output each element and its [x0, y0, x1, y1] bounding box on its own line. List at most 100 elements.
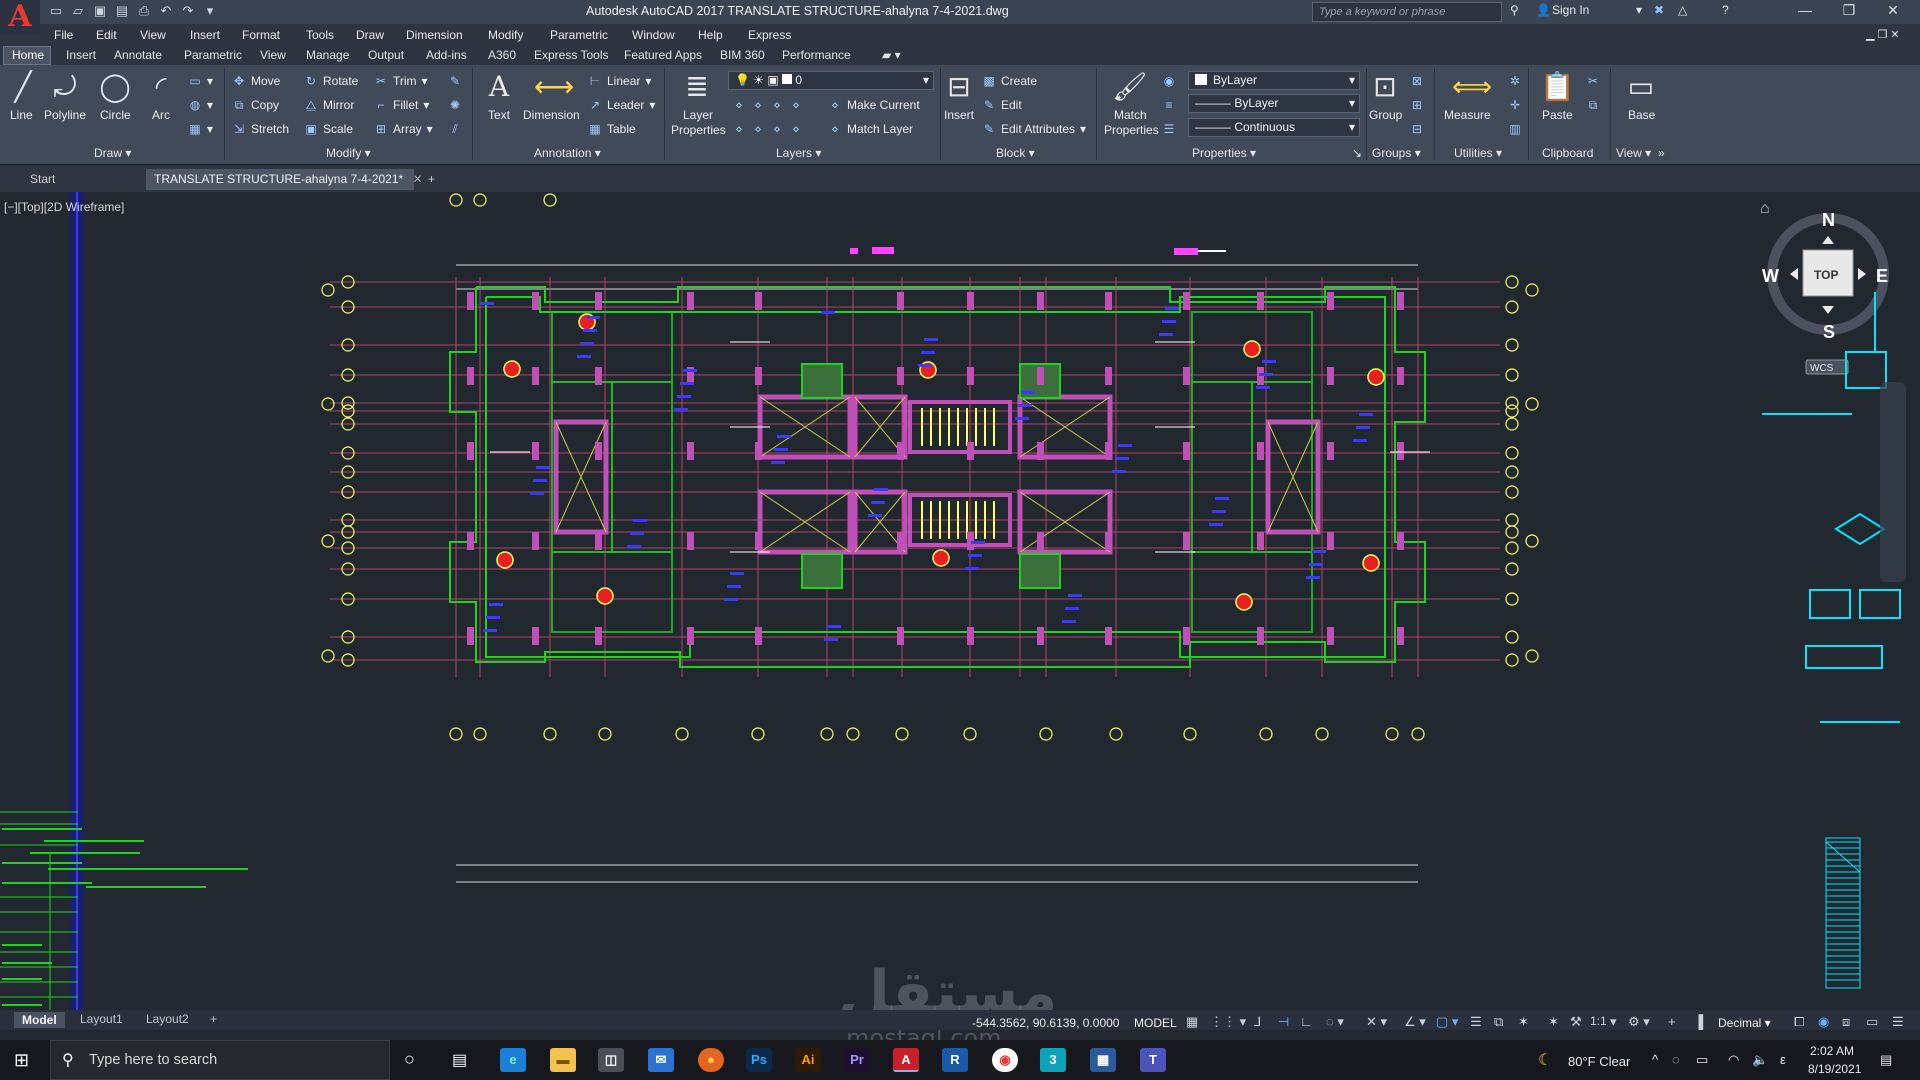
ime-icon[interactable]: ε	[1780, 1052, 1786, 1067]
edit-block-button[interactable]: ✎ Edit	[982, 98, 1022, 112]
line-icon[interactable]: ╱	[6, 70, 40, 104]
close-button[interactable]: ✕	[1878, 2, 1908, 19]
clipboard-panel-title[interactable]: Clipboard	[1542, 146, 1593, 160]
text-button[interactable]: Text	[488, 108, 510, 122]
taskbar-search-input[interactable]: Type here to search	[50, 1040, 390, 1080]
stretch-button[interactable]: ⇲ Stretch	[232, 122, 289, 136]
task-view-icon[interactable]: ▤	[452, 1050, 467, 1070]
volume-icon[interactable]: 🔈	[1752, 1052, 1768, 1068]
menu-window[interactable]: Window	[632, 25, 675, 45]
viewcube-north[interactable]: N	[1822, 210, 1835, 231]
save-icon[interactable]: ▣	[92, 3, 108, 19]
measure-icon[interactable]: ⟺	[1452, 70, 1492, 104]
dimension-icon[interactable]: ⟷	[534, 70, 574, 104]
match-layer-button[interactable]: ⋄ Match Layer	[828, 122, 913, 136]
tab-output[interactable]: Output	[368, 48, 404, 62]
dimension-button[interactable]: Dimension	[523, 108, 580, 122]
annotation-visibility-icon[interactable]: ✶	[1518, 1014, 1529, 1030]
viewcube-south[interactable]: S	[1823, 322, 1835, 343]
file-tab-start[interactable]: Start	[22, 169, 63, 190]
viewcube-west[interactable]: W	[1762, 266, 1779, 287]
calculator-icon[interactable]: ▥	[1508, 122, 1522, 136]
ribbon-state-icon[interactable]: ▰ ▾	[882, 48, 901, 62]
windows-start-icon[interactable]: ⊞	[14, 1050, 29, 1071]
sign-in-dropdown-icon[interactable]: ▾	[1636, 3, 1642, 17]
create-block-button[interactable]: ▩ Create	[982, 74, 1037, 88]
restore-button[interactable]: ❐	[1834, 2, 1864, 19]
battery-icon[interactable]: ▭	[1696, 1052, 1708, 1068]
circle-button[interactable]: Circle	[100, 108, 131, 122]
tab-express-tools[interactable]: Express Tools	[534, 48, 608, 62]
tab-home[interactable]: Home	[12, 48, 44, 62]
redo-icon[interactable]: ↷	[180, 3, 196, 19]
3dsmax-icon[interactable]: 3	[1040, 1048, 1066, 1072]
scale-dropdown-icon[interactable]: ▾	[1610, 1014, 1617, 1030]
polar-icon[interactable]: ◌ ▾	[1326, 1014, 1344, 1030]
qat-dropdown-icon[interactable]: ▾	[202, 3, 218, 19]
linetype-icon[interactable]: ☰	[1162, 122, 1176, 136]
isodraft-icon[interactable]: ✕ ▾	[1366, 1014, 1387, 1030]
workspace-gear-icon[interactable]: ⚙ ▾	[1628, 1014, 1650, 1030]
save-as-icon[interactable]: ▤	[114, 3, 130, 19]
file-explorer-icon[interactable]: ▬	[550, 1048, 576, 1072]
menu-insert[interactable]: Insert	[190, 25, 220, 45]
layer-properties-button[interactable]: Layer	[683, 108, 713, 122]
layer-tools-row-1[interactable]: ⋄ ⋄ ⋄ ⋄	[732, 98, 803, 112]
new-icon[interactable]: ▭	[48, 3, 64, 19]
tab-annotate[interactable]: Annotate	[114, 48, 162, 62]
hardware-acceleration-icon[interactable]: ◉	[1818, 1014, 1829, 1030]
edge-icon[interactable]: e	[500, 1048, 526, 1072]
lineweight-icon[interactable]: ≡	[1162, 98, 1176, 112]
clock-time[interactable]: 2:02 AM	[1810, 1044, 1854, 1058]
copy-button[interactable]: ⧉ Copy	[232, 98, 279, 112]
dynamic-input-icon[interactable]: ⊣	[1278, 1014, 1289, 1030]
quick-properties-icon[interactable]: ▐	[1694, 1014, 1703, 1029]
grid-icon[interactable]: ▦	[1186, 1014, 1198, 1030]
line-button[interactable]: Line	[10, 108, 33, 122]
annotation-panel-title[interactable]: Annotation ▾	[534, 146, 601, 160]
viewcube-top[interactable]: TOP	[1814, 268, 1838, 282]
transparency-icon[interactable]: ⧉	[1494, 1014, 1503, 1030]
tab-view[interactable]: View	[260, 48, 286, 62]
base-button[interactable]: Base	[1628, 108, 1655, 122]
add-layout-icon[interactable]: +	[210, 1012, 217, 1026]
cortana-icon[interactable]: ○	[404, 1049, 415, 1070]
a360-icon[interactable]: △	[1678, 3, 1687, 17]
wifi-icon[interactable]: ◠	[1728, 1052, 1739, 1068]
tab-featured-apps[interactable]: Featured Apps	[624, 48, 702, 62]
rectangle-icon[interactable]: ▭ ▾	[188, 74, 213, 88]
fullscreen-icon[interactable]: ▭	[1866, 1014, 1878, 1030]
make-current-button[interactable]: ⋄ Make Current	[828, 98, 919, 112]
utilities-panel-title[interactable]: Utilities ▾	[1454, 146, 1502, 160]
snap-icon[interactable]: ⋮⋮ ▾	[1210, 1014, 1246, 1030]
mirror-button[interactable]: ⧋ Mirror	[304, 98, 355, 112]
auto-scale-icon[interactable]: ✶	[1548, 1014, 1559, 1030]
menu-tools[interactable]: Tools	[306, 25, 334, 45]
paste-icon[interactable]: 📋	[1540, 70, 1575, 104]
menu-express[interactable]: Express	[748, 25, 791, 45]
file-tab-active[interactable]: TRANSLATE STRUCTURE-ahalyna 7-4-2021* ✕	[146, 169, 423, 190]
coordinate-readout[interactable]: -544.3562, 90.6139, 0.0000	[972, 1016, 1119, 1030]
layer-properties-icon[interactable]: ≣	[680, 70, 714, 104]
leader-button[interactable]: ↗ Leader ▾	[588, 98, 655, 112]
polyline-button[interactable]: Polyline	[44, 108, 86, 122]
circle-icon[interactable]: ◯	[98, 70, 132, 104]
insert-block-icon[interactable]: ⊟	[942, 70, 976, 104]
clean-screen-icon[interactable]: ⧈	[1842, 1014, 1850, 1030]
trim-button[interactable]: ✂ Trim ▾	[374, 74, 428, 88]
weather-text[interactable]: 80°F Clear	[1568, 1054, 1630, 1069]
exchange-icon[interactable]: ✖	[1654, 3, 1664, 17]
calculator-app-icon[interactable]: ▦	[1090, 1048, 1116, 1072]
linetype-dropdown[interactable]: ——— Continuous ▾	[1188, 118, 1360, 137]
menu-file[interactable]: File	[54, 25, 73, 45]
premiere-icon[interactable]: Pr	[844, 1048, 870, 1072]
group-icon[interactable]: ⊡	[1368, 70, 1402, 104]
move-button[interactable]: ✥ Move	[232, 74, 280, 88]
plus-icon[interactable]: +	[1668, 1014, 1676, 1029]
help-icon[interactable]: ?	[1722, 3, 1729, 17]
tab-a360[interactable]: A360	[488, 48, 516, 62]
quick-calc-icon[interactable]: ✲	[1508, 74, 1522, 88]
photoshop-icon[interactable]: Ps	[746, 1048, 772, 1072]
erase-icon[interactable]: ✎	[448, 74, 462, 88]
store-icon[interactable]: ◫	[598, 1048, 624, 1072]
